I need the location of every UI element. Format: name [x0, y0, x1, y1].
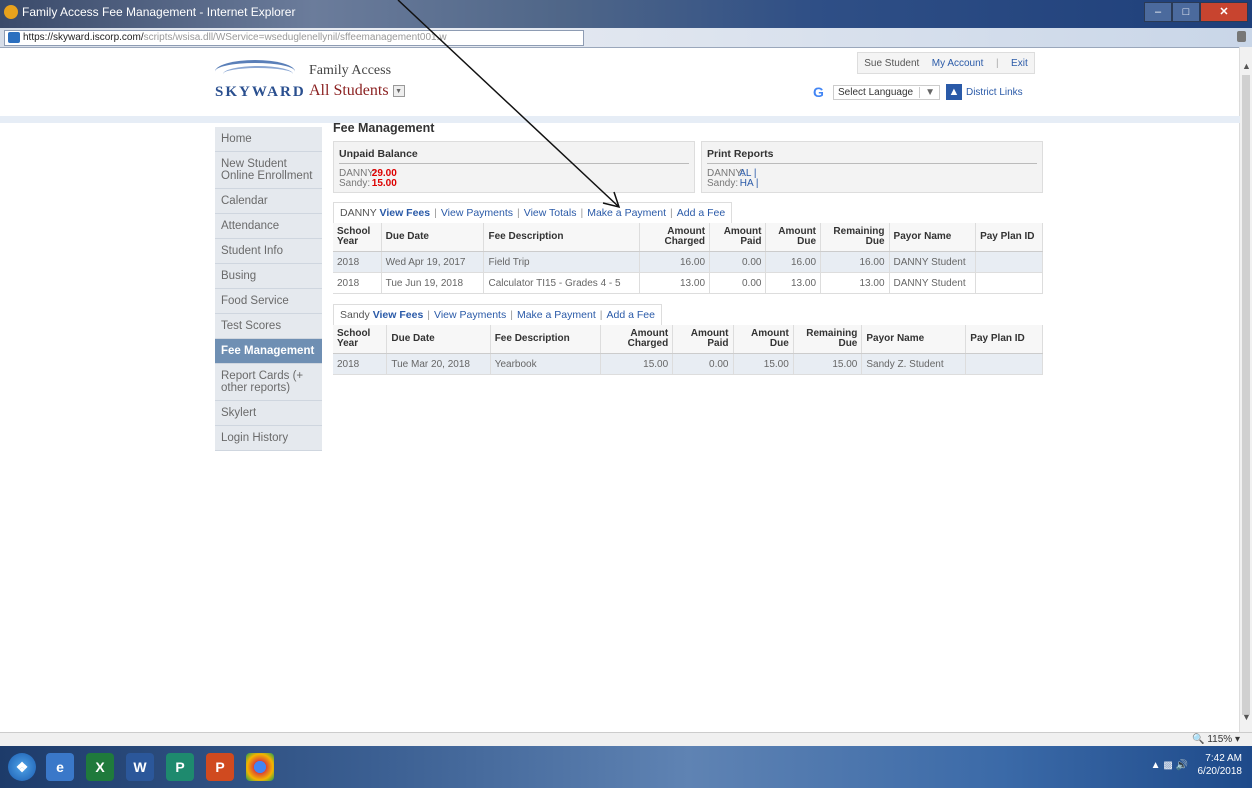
internet-explorer-icon[interactable]: e — [46, 753, 74, 781]
word-icon[interactable]: W — [126, 753, 154, 781]
tray-icons[interactable]: ▲ ▩ 🔊 — [1151, 760, 1188, 771]
clock-time: 7:42 AM — [1205, 753, 1242, 764]
clock-date: 6/20/2018 — [1197, 766, 1243, 777]
zoom-value: 115% — [1207, 734, 1233, 745]
status-bar: 🔍 115% ▾ — [0, 732, 1252, 747]
clock[interactable]: 7:42 AM 6/20/2018 — [1198, 752, 1243, 778]
taskbar: ❖ e X W P P ▲ ▩ 🔊 7:42 AM 6/20/2018 — [0, 746, 1252, 788]
excel-icon[interactable]: X — [86, 753, 114, 781]
zoom-level[interactable]: 🔍 115% ▾ — [1192, 734, 1240, 745]
annotation-arrow — [397, 0, 621, 209]
powerpoint-icon[interactable]: P — [206, 753, 234, 781]
start-button[interactable]: ❖ — [8, 753, 36, 781]
publisher-icon[interactable]: P — [166, 753, 194, 781]
chrome-icon[interactable] — [246, 753, 274, 781]
